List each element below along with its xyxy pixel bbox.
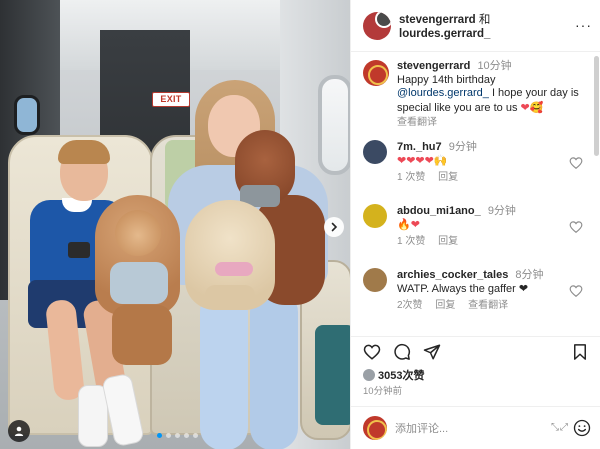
reply-button[interactable]: 回复 (438, 172, 458, 183)
comment-bubble-icon[interactable] (393, 343, 411, 361)
carousel-dot[interactable] (193, 433, 198, 438)
tagged-users-button[interactable] (8, 420, 30, 442)
comment-meta: 2次赞 回复 查看翻译 (397, 299, 565, 313)
more-options-icon[interactable]: ··· (575, 18, 592, 32)
post-actions (351, 336, 600, 366)
teal-bag (315, 325, 350, 425)
carousel-dots (157, 433, 198, 438)
comments-panel: stevengerrard 和 lourdes.gerrard_ ··· ste… (350, 0, 600, 449)
reply-button[interactable]: 回复 (435, 300, 455, 311)
see-translation-link[interactable]: 查看翻译 (397, 116, 591, 130)
comment-meta: 1 次赞 回复 (397, 235, 565, 249)
comment-item: abdou_mi1ano_ 9分钟 🔥❤ 1 次赞 回复 (363, 204, 591, 252)
carousel-dot[interactable] (166, 433, 171, 438)
comment-time: 9分钟 (448, 141, 477, 153)
dog-apricot-vest (110, 262, 168, 304)
comment-item: 7m._hu7 9分钟 ❤❤❤❤🙌 1 次赞 回复 (363, 140, 591, 188)
bookmark-icon[interactable] (571, 343, 589, 361)
mention-link[interactable]: @lourdes.gerrard_ (397, 87, 489, 99)
comment-likes[interactable]: 2次赞 (397, 300, 423, 311)
heart-icon[interactable] (569, 156, 583, 170)
emoji-smile-icon[interactable] (573, 419, 591, 437)
heart-icon[interactable] (569, 284, 583, 298)
cabin-window-right (318, 75, 350, 175)
liker-avatar (363, 369, 375, 381)
caption-line1: Happy 14th birthday (397, 73, 496, 86)
avatar[interactable] (363, 60, 389, 86)
likes-count[interactable]: 3053次赞 (363, 367, 424, 383)
comment-item: archies_cocker_tales 8分钟 WATP. Always th… (363, 268, 591, 316)
comment-text: WATP. Always the gaffer ❤ (397, 283, 529, 295)
post-header: stevengerrard 和 lourdes.gerrard_ ··· (351, 0, 600, 52)
comment-time: 9分钟 (487, 205, 516, 217)
scrollbar[interactable] (594, 56, 599, 156)
and-label: 和 (478, 14, 491, 26)
avatar[interactable] (363, 12, 391, 40)
comment-body: 7m._hu7 9分钟 ❤❤❤❤🙌 1 次赞 回复 (397, 140, 565, 185)
comment-likes[interactable]: 1 次赞 (397, 172, 425, 183)
see-translation-link[interactable]: 查看翻译 (468, 300, 508, 311)
dog-apricot-legs (112, 305, 172, 365)
dog-cream-collar (215, 262, 253, 276)
expand-arrows-icon[interactable]: ⤡⤢ (551, 422, 569, 433)
comment-time: 8分钟 (515, 269, 544, 281)
avatar[interactable] (363, 204, 387, 228)
likes-label: 3053次赞 (378, 370, 425, 382)
heart-icon[interactable] (569, 220, 583, 234)
girl-leg (200, 290, 248, 449)
coauthor-username[interactable]: lourdes.gerrard_ (399, 28, 490, 40)
chevron-right-icon (331, 222, 338, 232)
share-paper-plane-icon[interactable] (423, 343, 441, 361)
next-image-button[interactable] (324, 217, 344, 237)
caption-time: 10分钟 (477, 60, 512, 72)
comment-input[interactable] (395, 420, 535, 438)
comment-username[interactable]: archies_cocker_tales (397, 269, 508, 281)
caption-body: stevengerrard 10分钟 Happy 14th birthday @… (397, 60, 591, 130)
comment-body: abdou_mi1ano_ 9分钟 🔥❤ 1 次赞 回复 (397, 204, 565, 249)
user-icon (14, 426, 24, 436)
comment-meta: 1 次赞 回复 (397, 171, 565, 185)
cabin-window (14, 95, 40, 135)
avatar (363, 416, 387, 440)
carousel-dot[interactable] (184, 433, 189, 438)
boy-hair (58, 140, 110, 164)
add-comment-bar: ⤡⤢ (351, 406, 600, 449)
carousel-dot[interactable] (157, 433, 162, 438)
comment-username[interactable]: 7m._hu7 (397, 141, 442, 153)
post-timestamp: 10分钟前 (363, 386, 403, 397)
hug-emoji: 🥰 (529, 100, 544, 114)
phone (68, 242, 90, 258)
post-authors: stevengerrard 和 lourdes.gerrard_ (399, 13, 490, 41)
comment-text: 🔥❤ (397, 218, 420, 231)
exit-sign: EXIT (152, 92, 190, 107)
girl-leg (250, 290, 298, 449)
comment-username[interactable]: abdou_mi1ano_ (397, 205, 481, 217)
author-username[interactable]: stevengerrard (399, 14, 476, 26)
comment-likes[interactable]: 1 次赞 (397, 236, 425, 247)
reply-button[interactable]: 回复 (438, 236, 458, 247)
heart-emoji: ❤ (520, 100, 530, 114)
comment-body: archies_cocker_tales 8分钟 WATP. Always th… (397, 268, 565, 313)
caption-username[interactable]: stevengerrard (397, 60, 470, 72)
avatar[interactable] (363, 140, 387, 164)
dog-apricot-face (115, 210, 161, 256)
like-heart-icon[interactable] (363, 343, 381, 361)
carousel-dot[interactable] (175, 433, 180, 438)
avatar[interactable] (363, 268, 387, 292)
comment-text: ❤❤❤❤🙌 (397, 154, 448, 167)
dog-cream-legs (205, 285, 255, 310)
post-photo[interactable]: EXIT (0, 0, 350, 449)
